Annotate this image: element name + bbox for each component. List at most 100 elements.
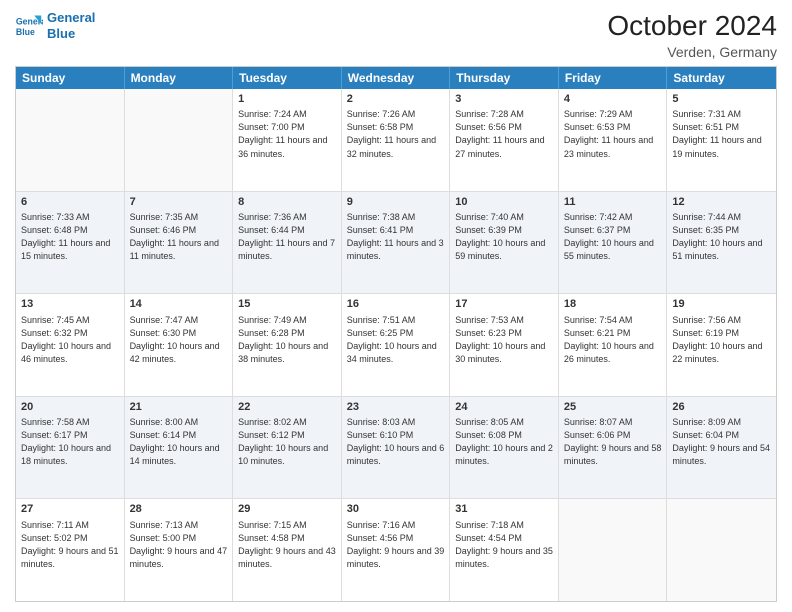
day-info: Sunrise: 7:58 AM Sunset: 6:17 PM Dayligh… [21,416,119,468]
day-cell: 15 Sunrise: 7:49 AM Sunset: 6:28 PM Dayli… [233,294,342,396]
day-info: Sunrise: 8:09 AM Sunset: 6:04 PM Dayligh… [672,416,771,468]
calendar-row-1: 6Sunrise: 7:33 AM Sunset: 6:48 PM Daylig… [16,191,776,294]
day-cell: 19 Sunrise: 7:56 AM Sunset: 6:19 PM Dayli… [667,294,776,396]
day-info: Sunrise: 7:51 AM Sunset: 6:25 PM Dayligh… [347,314,445,366]
day-number: 29 [238,502,336,517]
day-number: 13 [21,297,119,312]
day-number: 1 [238,92,336,107]
day-cell: 20Sunrise: 7:58 AM Sunset: 6:17 PM Dayli… [16,397,125,499]
logo: General Blue General Blue [15,10,95,41]
day-cell: 21Sunrise: 8:00 AM Sunset: 6:14 PM Dayli… [125,397,234,499]
title-block: October 2024 Verden, Germany [607,10,777,60]
day-info: Sunrise: 7:45 AM Sunset: 6:32 PM Dayligh… [21,314,119,366]
day-cell: 12Sunrise: 7:44 AM Sunset: 6:35 PM Dayli… [667,192,776,294]
day-number: 18 [564,297,662,312]
day-number: 17 [455,297,553,312]
day-info: Sunrise: 8:05 AM Sunset: 6:08 PM Dayligh… [455,416,553,468]
day-info: Sunrise: 7:40 AM Sunset: 6:39 PM Dayligh… [455,211,553,263]
day-info: Sunrise: 7:36 AM Sunset: 6:44 PM Dayligh… [238,211,336,263]
day-number: 14 [130,297,228,312]
day-cell: 24Sunrise: 8:05 AM Sunset: 6:08 PM Dayli… [450,397,559,499]
day-cell: 31Sunrise: 7:18 AM Sunset: 4:54 PM Dayli… [450,499,559,601]
svg-text:Blue: Blue [16,26,35,36]
day-info: Sunrise: 7:24 AM Sunset: 7:00 PM Dayligh… [238,108,336,160]
location: Verden, Germany [607,44,777,60]
day-cell: 16 Sunrise: 7:51 AM Sunset: 6:25 PM Dayli… [342,294,451,396]
day-cell: 2Sunrise: 7:26 AM Sunset: 6:58 PM Daylig… [342,89,451,191]
day-info: Sunrise: 7:49 AM Sunset: 6:28 PM Dayligh… [238,314,336,366]
day-info: Sunrise: 8:00 AM Sunset: 6:14 PM Dayligh… [130,416,228,468]
day-number: 19 [672,297,771,312]
logo-icon: General Blue [15,12,43,40]
day-info: Sunrise: 7:47 AM Sunset: 6:30 PM Dayligh… [130,314,228,366]
day-info: Sunrise: 7:26 AM Sunset: 6:58 PM Dayligh… [347,108,445,160]
calendar-row-4: 27 Sunrise: 7:11 AM Sunset: 5:02 PM Dayli… [16,498,776,601]
day-cell: 8Sunrise: 7:36 AM Sunset: 6:44 PM Daylig… [233,192,342,294]
header: General Blue General Blue October 2024 V… [15,10,777,60]
calendar-row-2: 13 Sunrise: 7:45 AM Sunset: 6:32 PM Dayli… [16,293,776,396]
day-number: 20 [21,400,119,415]
day-cell: 10Sunrise: 7:40 AM Sunset: 6:39 PM Dayli… [450,192,559,294]
day-number: 25 [564,400,662,415]
calendar-row-3: 20Sunrise: 7:58 AM Sunset: 6:17 PM Dayli… [16,396,776,499]
day-cell: 26Sunrise: 8:09 AM Sunset: 6:04 PM Dayli… [667,397,776,499]
day-info: Sunrise: 7:54 AM Sunset: 6:21 PM Dayligh… [564,314,662,366]
day-cell: 7Sunrise: 7:35 AM Sunset: 6:46 PM Daylig… [125,192,234,294]
day-cell: 30 Sunrise: 7:16 AM Sunset: 4:56 PM Dayli… [342,499,451,601]
day-number: 22 [238,400,336,415]
day-number: 28 [130,502,228,517]
day-number: 9 [347,195,445,210]
calendar: SundayMondayTuesdayWednesdayThursdayFrid… [15,66,777,602]
day-cell: 17Sunrise: 7:53 AM Sunset: 6:23 PM Dayli… [450,294,559,396]
calendar-row-0: 1Sunrise: 7:24 AM Sunset: 7:00 PM Daylig… [16,89,776,191]
day-cell [125,89,234,191]
day-header-tuesday: Tuesday [233,67,342,89]
day-info: Sunrise: 7:31 AM Sunset: 6:51 PM Dayligh… [672,108,771,160]
day-info: Sunrise: 7:18 AM Sunset: 4:54 PM Dayligh… [455,519,553,571]
day-info: Sunrise: 7:35 AM Sunset: 6:46 PM Dayligh… [130,211,228,263]
day-cell: 4Sunrise: 7:29 AM Sunset: 6:53 PM Daylig… [559,89,668,191]
day-cell: 5Sunrise: 7:31 AM Sunset: 6:51 PM Daylig… [667,89,776,191]
day-number: 26 [672,400,771,415]
day-cell [16,89,125,191]
logo-blue: Blue [47,26,75,41]
day-number: 27 [21,502,119,517]
calendar-header: SundayMondayTuesdayWednesdayThursdayFrid… [16,67,776,89]
day-number: 21 [130,400,228,415]
day-info: Sunrise: 7:29 AM Sunset: 6:53 PM Dayligh… [564,108,662,160]
day-info: Sunrise: 7:44 AM Sunset: 6:35 PM Dayligh… [672,211,771,263]
day-info: Sunrise: 7:42 AM Sunset: 6:37 PM Dayligh… [564,211,662,263]
day-info: Sunrise: 8:02 AM Sunset: 6:12 PM Dayligh… [238,416,336,468]
day-cell: 1Sunrise: 7:24 AM Sunset: 7:00 PM Daylig… [233,89,342,191]
day-number: 6 [21,195,119,210]
day-info: Sunrise: 7:16 AM Sunset: 4:56 PM Dayligh… [347,519,445,571]
day-number: 4 [564,92,662,107]
day-number: 12 [672,195,771,210]
day-number: 23 [347,400,445,415]
day-info: Sunrise: 8:03 AM Sunset: 6:10 PM Dayligh… [347,416,445,468]
day-number: 15 [238,297,336,312]
day-number: 11 [564,195,662,210]
month-title: October 2024 [607,10,777,42]
day-number: 10 [455,195,553,210]
day-info: Sunrise: 7:11 AM Sunset: 5:02 PM Dayligh… [21,519,119,571]
day-info: Sunrise: 7:56 AM Sunset: 6:19 PM Dayligh… [672,314,771,366]
day-cell [559,499,668,601]
day-number: 8 [238,195,336,210]
page: General Blue General Blue October 2024 V… [0,0,792,612]
day-info: Sunrise: 7:13 AM Sunset: 5:00 PM Dayligh… [130,519,228,571]
day-cell: 6Sunrise: 7:33 AM Sunset: 6:48 PM Daylig… [16,192,125,294]
day-header-thursday: Thursday [450,67,559,89]
day-cell: 3Sunrise: 7:28 AM Sunset: 6:56 PM Daylig… [450,89,559,191]
day-cell: 9Sunrise: 7:38 AM Sunset: 6:41 PM Daylig… [342,192,451,294]
day-header-wednesday: Wednesday [342,67,451,89]
day-number: 30 [347,502,445,517]
day-cell: 25Sunrise: 8:07 AM Sunset: 6:06 PM Dayli… [559,397,668,499]
day-cell: 11Sunrise: 7:42 AM Sunset: 6:37 PM Dayli… [559,192,668,294]
day-cell: 27 Sunrise: 7:11 AM Sunset: 5:02 PM Dayli… [16,499,125,601]
day-number: 24 [455,400,553,415]
day-number: 16 [347,297,445,312]
day-header-friday: Friday [559,67,668,89]
logo-general: General [47,10,95,25]
day-number: 7 [130,195,228,210]
